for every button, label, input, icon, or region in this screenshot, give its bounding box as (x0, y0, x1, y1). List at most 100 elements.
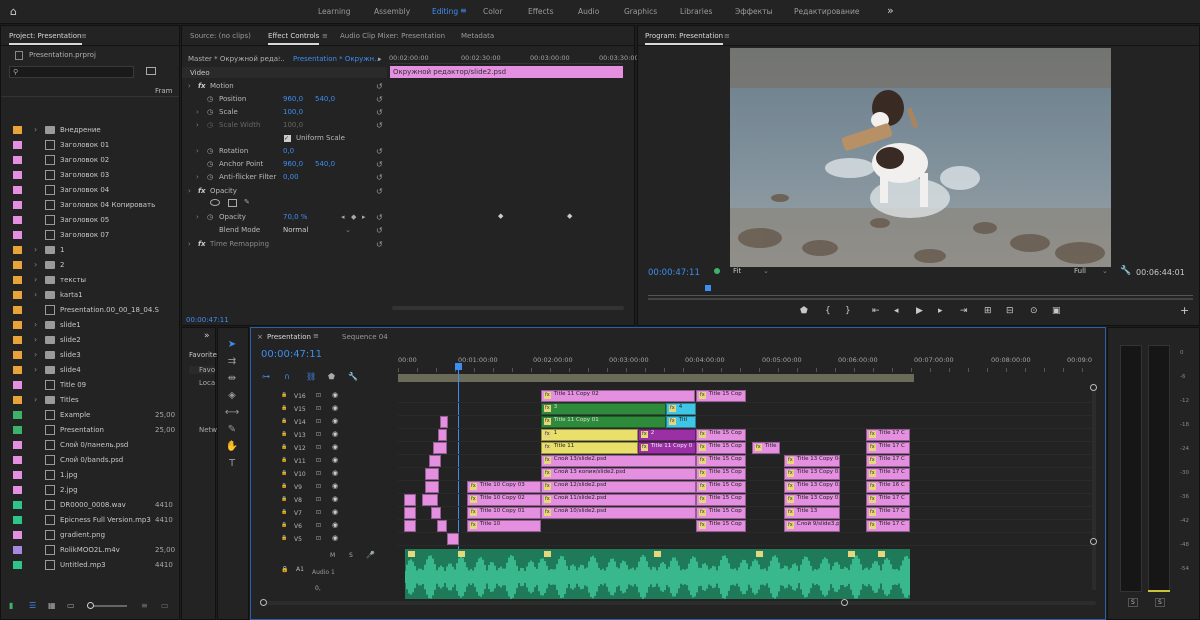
nest-icon[interactable]: ⊶ (262, 372, 270, 381)
lock-icon[interactable]: ▮ (9, 601, 13, 610)
panel-menu-icon[interactable]: ≡ (313, 332, 319, 340)
tab-source[interactable]: Source: (no clips) (190, 32, 251, 40)
project-item[interactable]: › slide3 (1, 348, 179, 363)
timeline-v-scroll[interactable] (1090, 384, 1097, 590)
sequence-clip-label[interactable]: Presentation * Окружн... (293, 55, 381, 63)
play-icon[interactable]: ▶ (916, 306, 923, 316)
reset-icon[interactable]: ↺ (376, 160, 383, 169)
label-color-swatch[interactable] (13, 426, 22, 434)
label-color-swatch[interactable] (13, 231, 22, 239)
audio-volume-value[interactable]: 0, (315, 585, 321, 592)
timeline-clip[interactable] (425, 468, 439, 480)
solo-left-button[interactable]: S (1128, 598, 1138, 607)
stopwatch-icon[interactable]: ◷ (207, 147, 213, 155)
eye-icon[interactable]: ◉ (332, 482, 338, 490)
lift-icon[interactable]: ⊞ (984, 306, 992, 316)
opacity-property[interactable]: › ◷ Opacity 70,0 % ◂ ◆ ▸ ↺ (186, 213, 386, 226)
timeline-clip[interactable]: fx Слой 9/slide3.p (784, 520, 840, 532)
tab-effect-controls[interactable]: Effect Controls (268, 32, 320, 45)
label-color-swatch[interactable] (13, 291, 22, 299)
type-tool-icon[interactable]: T (224, 458, 240, 472)
label-color-swatch[interactable] (13, 381, 22, 389)
tab-audio-clip-mixer[interactable]: Audio Clip Mixer: Presentation (340, 32, 445, 40)
time-remapping-effect[interactable]: › fx Time Remapping ↺ (186, 240, 386, 253)
label-color-swatch[interactable] (13, 471, 22, 479)
track-lock-icon[interactable]: 🔒 (281, 392, 287, 398)
property-value[interactable]: 0,00 (283, 173, 299, 181)
project-tab[interactable]: Project: Presentation (9, 32, 82, 45)
chevron-right-icon[interactable]: › (34, 245, 37, 254)
property-value[interactable]: 0,0 (283, 147, 294, 155)
timeline-clip[interactable]: fx Title 11 (541, 442, 638, 454)
ellipse-mask-icon[interactable] (210, 199, 220, 206)
timeline-clip[interactable]: fx 2 (638, 429, 696, 441)
blend-mode-select[interactable]: Normal ⌄ (283, 226, 355, 236)
more-panels-icon[interactable]: » (204, 331, 210, 341)
timeline-clip[interactable] (404, 507, 416, 519)
label-color-swatch[interactable] (13, 336, 22, 344)
label-color-swatch[interactable] (13, 456, 22, 464)
pen-mask-icon[interactable]: ✎ (244, 198, 250, 206)
track-lock-icon[interactable]: 🔒 (281, 566, 288, 573)
timeline-clip[interactable]: fx Слой 12/slide2.psd (541, 481, 696, 493)
scale-property[interactable]: › ◷ Scale 100,0 ↺ (186, 108, 386, 121)
timeline-clip[interactable]: fx Title (752, 442, 780, 454)
timeline-clip[interactable]: fx Title 15 Cop (696, 442, 746, 454)
program-zoom-scroll[interactable] (648, 298, 1193, 300)
eye-icon[interactable]: ◉ (332, 443, 338, 451)
label-color-swatch[interactable] (13, 441, 22, 449)
sync-lock-icon[interactable]: ⊡ (316, 483, 321, 490)
home-icon[interactable]: ⌂ (10, 5, 24, 18)
project-item[interactable]: › тексты (1, 273, 179, 288)
timeline-clip[interactable]: fx Title 17 C (866, 520, 910, 532)
timeline-clip[interactable] (438, 429, 447, 441)
workspace-tab[interactable]: Редактирование (794, 7, 859, 16)
playhead-marker[interactable] (705, 285, 711, 291)
new-item-icon[interactable]: ▭ (161, 601, 169, 610)
timeline-clip[interactable] (422, 494, 438, 506)
solo-right-button[interactable]: S (1155, 598, 1165, 607)
workspace-menu-icon[interactable]: ≡ (460, 6, 467, 15)
project-item[interactable]: Epicness Full Version.mp3 4410 (1, 513, 179, 528)
step-back-icon[interactable]: ◂ (894, 306, 899, 316)
label-color-swatch[interactable] (13, 126, 22, 134)
eye-icon[interactable]: ◉ (332, 521, 338, 529)
timeline-clip[interactable]: fx Слой 13 копия/slide2.psd (541, 468, 696, 480)
label-color-swatch[interactable] (13, 306, 22, 314)
track-lock-icon[interactable]: 🔒 (281, 431, 287, 437)
add-keyframe-icon[interactable]: ◆ (351, 213, 356, 221)
track-lock-icon[interactable]: 🔒 (281, 535, 287, 541)
reset-icon[interactable]: ↺ (376, 187, 383, 196)
selection-tool-icon[interactable]: ➤ (224, 339, 240, 353)
add-marker-icon[interactable]: ⬟ (800, 306, 808, 316)
timeline-clip[interactable]: fx Title 10 Copy 02 (467, 494, 541, 506)
project-item[interactable]: › 1 (1, 243, 179, 258)
ec-scrollbar[interactable] (392, 306, 624, 310)
reset-icon[interactable]: ↺ (376, 95, 383, 104)
sync-lock-icon[interactable]: ⊡ (316, 535, 321, 542)
project-item[interactable]: › slide2 (1, 333, 179, 348)
uniform-scale-checkbox[interactable]: ✓ Uniform Scale (186, 134, 386, 147)
chevron-right-icon[interactable]: › (34, 335, 37, 344)
timeline-h-scroll[interactable] (260, 599, 1096, 606)
wrench-icon[interactable]: 🔧 (348, 372, 358, 381)
pen-tool-icon[interactable]: ✎ (224, 424, 240, 438)
scale-width-property[interactable]: › ◷ Scale Width 100,0 ↺ (186, 121, 386, 134)
scroll-handle-end[interactable] (841, 599, 848, 606)
razor-tool-icon[interactable]: ◈ (224, 390, 240, 404)
timeline-clip[interactable]: fx Title 11 Copy 02 (541, 390, 695, 402)
stopwatch-icon[interactable]: ◷ (207, 160, 213, 168)
project-item[interactable]: gradient.png (1, 528, 179, 543)
column-frame-header[interactable]: Fram (155, 87, 173, 95)
timeline-clip[interactable]: fx Title 15 Cop (696, 481, 746, 493)
column-name-header[interactable] (1, 83, 179, 97)
project-item[interactable]: Untitled.mp3 4410 (1, 558, 179, 573)
property-value-y[interactable]: 540,0 (315, 160, 335, 168)
local-item[interactable]: Loca (189, 379, 215, 387)
workspace-tab[interactable]: Graphics (624, 7, 657, 16)
reset-icon[interactable]: ↺ (376, 173, 383, 182)
go-to-out-icon[interactable]: ⇥ (960, 306, 968, 316)
timeline-clip[interactable] (429, 455, 441, 467)
label-color-swatch[interactable] (13, 531, 22, 539)
timeline-clip[interactable]: fx Title 10 Copy 01 (467, 507, 541, 519)
